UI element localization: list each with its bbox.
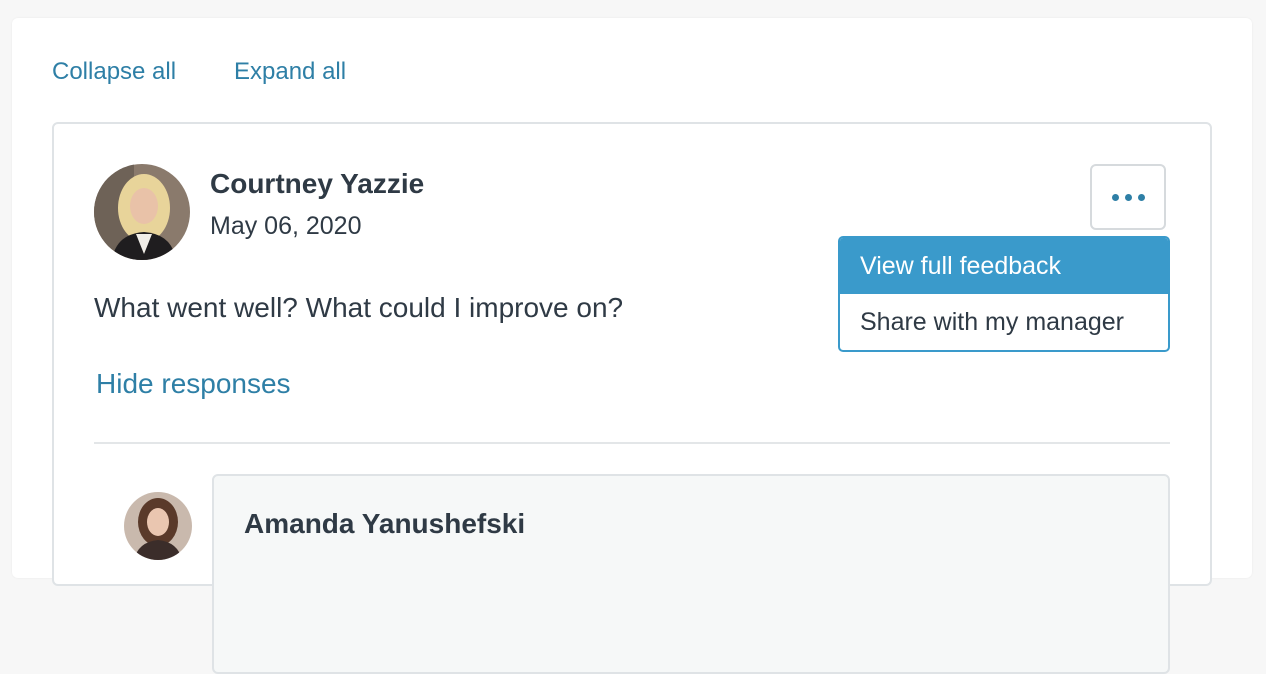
response-card: Amanda Yanushefski: [212, 474, 1170, 674]
expand-all-link[interactable]: Expand all: [234, 58, 346, 86]
user-photo-avatar-icon: [94, 164, 190, 260]
author-avatar: [94, 164, 190, 260]
hide-responses-link[interactable]: Hide responses: [96, 368, 291, 400]
menu-item-share-with-manager[interactable]: Share with my manager: [840, 294, 1168, 350]
ellipsis-icon: [1124, 193, 1132, 201]
feedback-panel: Collapse all Expand all Courtney Yazzie …: [12, 18, 1252, 674]
ellipsis-icon: [1137, 193, 1145, 201]
response-author-name: Amanda Yanushefski: [244, 508, 526, 539]
divider: [94, 442, 1170, 444]
feedback-card: Courtney Yazzie May 06, 2020 View full f…: [52, 122, 1212, 674]
collapse-all-link[interactable]: Collapse all: [52, 58, 176, 86]
author-name: Courtney Yazzie: [210, 168, 425, 199]
ellipsis-icon: [1111, 193, 1119, 201]
menu-item-view-full-feedback[interactable]: View full feedback: [840, 238, 1168, 294]
options-dropdown-menu: View full feedback Share with my manager: [838, 236, 1170, 352]
feedback-question: What went well? What could I improve on?: [94, 292, 624, 323]
feedback-date: May 06, 2020: [210, 212, 362, 240]
more-options-button[interactable]: [1090, 164, 1166, 230]
